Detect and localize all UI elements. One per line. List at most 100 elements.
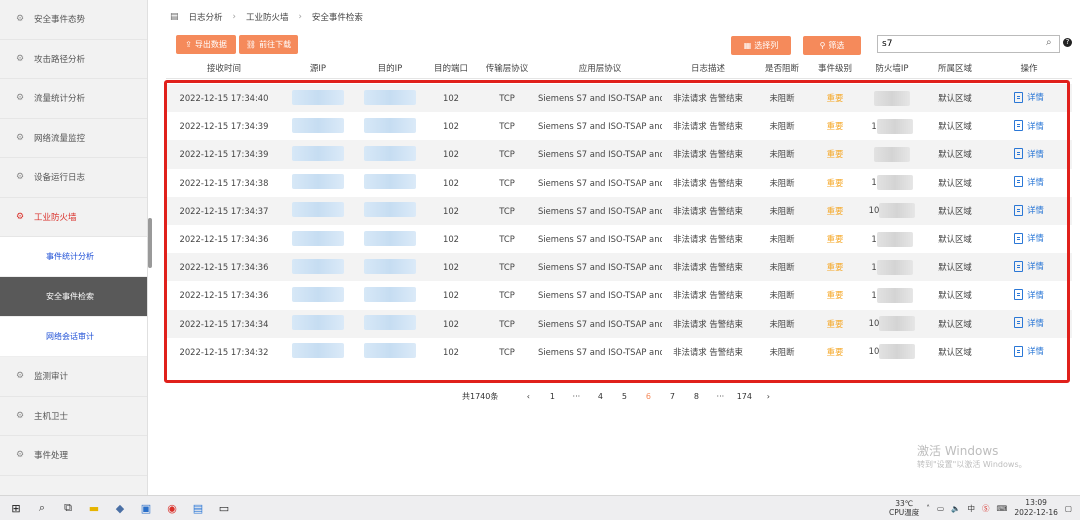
detail-link[interactable]: 详情 (1014, 232, 1044, 244)
table-row[interactable]: 2022-12-15 17:34:38 102 TCP Siemens S7 and … (166, 168, 1072, 197)
ime-indicator[interactable]: 中 (967, 503, 975, 514)
detail-link[interactable]: 详情 (1014, 120, 1044, 132)
task-view-icon[interactable]: ⧉ (58, 500, 78, 516)
notification-icon[interactable]: ▢ (1065, 504, 1072, 513)
sidebar-item[interactable]: ⚙ 事件处理 (0, 436, 147, 476)
column-header[interactable]: 目的端口 (426, 60, 476, 78)
table-row[interactable]: 2022-12-15 17:34:39 102 TCP Siemens S7 and … (166, 140, 1072, 169)
sidebar-item[interactable]: ⚙ 主机卫士 (0, 397, 147, 436)
table-row[interactable]: 2022-12-15 17:34:40 102 TCP Siemens S7 and … (166, 84, 1072, 113)
column-header[interactable]: 事件级别 (810, 60, 860, 78)
cell-level: 重要 (810, 148, 860, 160)
table-row[interactable]: 2022-12-15 17:34:37 102 TCP Siemens S7 and … (166, 196, 1072, 225)
column-header[interactable]: 防火墙IP (860, 60, 924, 78)
app-icon[interactable]: ◆ (110, 500, 130, 516)
column-header[interactable]: 应用层协议 (538, 60, 662, 78)
cell-action: 详情 (986, 289, 1072, 303)
sidebar-subitem[interactable]: 安全事件检索 (0, 277, 147, 317)
search-icon[interactable]: ⌕ (1046, 37, 1052, 48)
detail-link[interactable]: 详情 (1014, 260, 1044, 272)
app-icon[interactable]: ▣ (136, 500, 156, 516)
sidebar-subitem[interactable]: 事件统计分析 (0, 237, 147, 277)
detail-link[interactable]: 详情 (1014, 148, 1044, 160)
chrome-icon[interactable]: ◉ (162, 500, 182, 516)
cell-transport-text: TCP (499, 149, 515, 160)
redacted-ip (876, 118, 913, 134)
page-number[interactable]: 1 (540, 392, 564, 401)
help-icon[interactable]: ? (1063, 38, 1072, 47)
cell-level-text: 重要 (826, 121, 844, 132)
windows-start-icon[interactable]: ⊞ (6, 500, 26, 516)
column-header[interactable]: 所属区域 (924, 60, 986, 78)
cell-firewall-ip: 10 (860, 344, 924, 360)
app-tray-icon[interactable]: Ⓢ (982, 503, 990, 514)
table-row[interactable]: 2022-12-15 17:34:32 102 TCP Siemens S7 and … (166, 337, 1072, 366)
page-number[interactable]: 7 (660, 392, 684, 401)
chevron-up-icon[interactable]: ˄ (926, 504, 930, 513)
sidebar-scrollbar[interactable] (148, 218, 152, 268)
download-button[interactable]: ⛓ 前往下载 (239, 35, 298, 54)
search-input[interactable] (877, 35, 1060, 53)
column-header[interactable]: 是否阻断 (754, 60, 810, 78)
breadcrumb-item[interactable]: 工业防火墙 (246, 11, 289, 23)
detail-link[interactable]: 详情 (1014, 317, 1044, 329)
network-icon[interactable]: ▭ (937, 504, 944, 513)
sidebar-item[interactable]: ⚙ 安全事件态势 (0, 0, 147, 40)
cell-blocked-text: 未阻断 (769, 234, 795, 245)
page-ellipsis[interactable]: ··· (708, 392, 732, 401)
cell-description: 非法请求 告警结束 (662, 205, 754, 217)
clock[interactable]: 13:09 2022-12-16 (1014, 498, 1058, 518)
volume-icon[interactable]: 🔈 (951, 504, 960, 513)
detail-link[interactable]: 详情 (1014, 204, 1044, 216)
column-header[interactable]: 源IP (282, 60, 354, 78)
next-page-button[interactable]: › (756, 392, 780, 401)
page-number[interactable]: 5 (612, 392, 636, 401)
table-row[interactable]: 2022-12-15 17:34:34 102 TCP Siemens S7 and … (166, 309, 1072, 338)
cell-level-text: 重要 (826, 262, 844, 273)
cell-zone-text: 默认区域 (938, 290, 972, 301)
cell-zone: 默认区域 (924, 289, 986, 301)
sidebar-item[interactable]: ⚙ 攻击路径分析 (0, 40, 147, 79)
sidebar-item[interactable]: ⚙ 流量统计分析 (0, 79, 147, 119)
app-icon[interactable]: ▤ (188, 500, 208, 516)
sidebar-item-label: 监测审计 (34, 372, 69, 383)
select-columns-button[interactable]: ▦ 选择列 (731, 36, 791, 55)
cell-firewall-ip: 10 (860, 203, 924, 219)
column-header[interactable]: 接收时间 (166, 60, 282, 78)
cell-description-text: 非法请求 告警结束 (673, 205, 743, 216)
sidebar-subitem[interactable]: 网络会话审计 (0, 317, 147, 357)
column-header[interactable]: 目的IP (354, 60, 426, 78)
table-row[interactable]: 2022-12-15 17:34:36 102 TCP Siemens S7 and … (166, 224, 1072, 254)
table-row[interactable]: 2022-12-15 17:34:39 102 TCP Siemens S7 and … (166, 112, 1072, 141)
cpu-temperature[interactable]: 33℃ CPU温度 (889, 499, 919, 517)
sidebar-item[interactable]: ⚙ 工业防火墙 (0, 197, 147, 237)
column-header[interactable]: 日志描述 (662, 60, 754, 78)
export-button[interactable]: ⇪ 导出数据 (176, 35, 236, 54)
cell-time: 2022-12-15 17:34:39 (166, 121, 282, 131)
page-number[interactable]: 174 (732, 392, 756, 401)
detail-link[interactable]: 详情 (1014, 176, 1044, 188)
table-row[interactable]: 2022-12-15 17:34:36 102 TCP Siemens S7 and … (166, 281, 1072, 310)
page-number[interactable]: 8 (684, 392, 708, 401)
cell-source-ip (282, 89, 354, 107)
detail-link[interactable]: 详情 (1014, 289, 1044, 301)
page-ellipsis[interactable]: ··· (564, 392, 588, 401)
table-row[interactable]: 2022-12-15 17:34:36 102 TCP Siemens S7 and … (166, 253, 1072, 282)
filter-button[interactable]: ⚲ 筛选 (803, 36, 861, 55)
sidebar-item[interactable]: ⚙ 网络流量监控 (0, 119, 147, 158)
file-explorer-icon[interactable]: ▬ (84, 500, 104, 516)
page-number[interactable]: 4 (588, 392, 612, 401)
search-icon[interactable]: ⌕ (32, 500, 52, 516)
input-icon[interactable]: ⌨ (996, 504, 1007, 513)
prev-page-button[interactable]: ‹ (516, 392, 540, 401)
terminal-icon[interactable]: ▭ (214, 500, 234, 516)
column-header[interactable]: 传输层协议 (476, 60, 538, 78)
sidebar-item[interactable]: ⚙ 设备运行日志 (0, 158, 147, 198)
detail-link[interactable]: 详情 (1014, 91, 1044, 103)
page-number[interactable]: 6 (636, 392, 660, 401)
column-header[interactable]: 操作 (986, 60, 1072, 78)
sidebar-item[interactable]: ⚙ 监测审计 (0, 357, 147, 397)
breadcrumb-item[interactable]: 日志分析 (189, 11, 223, 23)
detail-link[interactable]: 详情 (1014, 345, 1044, 357)
system-tray: 33℃ CPU温度 ˄ ▭ 🔈 中 Ⓢ ⌨ 13:09 2022-12-16 ▢ (889, 496, 1072, 520)
